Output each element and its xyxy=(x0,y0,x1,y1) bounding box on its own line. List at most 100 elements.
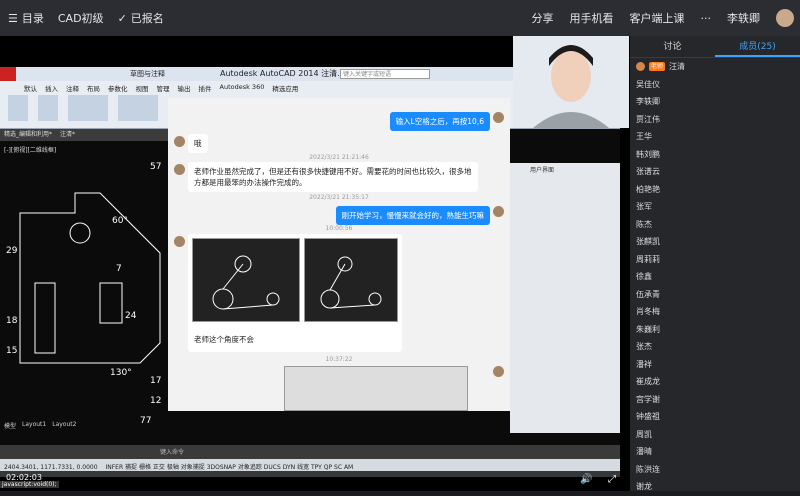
ribbon-tab[interactable]: 布局 xyxy=(87,83,100,93)
list-item[interactable]: 周莉莉 xyxy=(630,251,800,269)
undo-tool-icon[interactable] xyxy=(8,95,28,121)
member-name: 张杰 xyxy=(636,342,652,351)
list-item[interactable]: 柏艳艳 xyxy=(630,181,800,199)
list-item[interactable]: 张麒凯 xyxy=(630,233,800,251)
fullscreen-icon[interactable]: ⤢ xyxy=(608,474,616,485)
tab-discuss[interactable]: 讨论 xyxy=(630,36,715,57)
volume-icon[interactable]: 🔊 xyxy=(580,474,592,485)
cad-search-input[interactable]: 键入关键字或短语 xyxy=(340,69,430,79)
mobile-view-button[interactable]: 用手机看 xyxy=(570,10,614,26)
list-item[interactable]: 谢龙 xyxy=(630,478,800,496)
avatar[interactable] xyxy=(776,9,794,27)
status-item[interactable]: TPY xyxy=(311,464,322,471)
more-button[interactable]: ··· xyxy=(701,12,712,25)
list-item[interactable]: 徐鑫 xyxy=(630,268,800,286)
list-item[interactable]: 李轶卿 xyxy=(630,93,800,111)
status-text: javascript:void(0); xyxy=(0,481,59,488)
list-item[interactable]: 周凯 xyxy=(630,426,800,444)
list-item[interactable]: 潘祥 xyxy=(630,356,800,374)
ribbon-tab[interactable]: 插件 xyxy=(199,83,212,93)
tab-members[interactable]: 成员(25) xyxy=(715,36,800,57)
ribbon-tab[interactable]: Autodesk 360 xyxy=(220,83,265,93)
list-item[interactable]: 崔成龙 xyxy=(630,373,800,391)
dim-label: 17 xyxy=(150,376,161,386)
status-item[interactable]: QP xyxy=(324,464,332,471)
doc-tab[interactable]: 精选_编辑和利用* xyxy=(4,129,52,141)
status-item[interactable]: 正交 xyxy=(153,464,165,471)
layout-tab[interactable]: Layout1 xyxy=(22,421,46,430)
layout-tab[interactable]: 模型 xyxy=(4,421,16,430)
video-area[interactable]: Autodesk AutoCAD 2014 注清.dwg 草图与注释 键入关键字… xyxy=(0,36,630,491)
member-name: 王华 xyxy=(636,132,652,141)
command-line[interactable]: 键入命令 xyxy=(0,445,620,459)
webcam-person-image xyxy=(513,36,629,128)
chat-message: 老师作业虽然完成了，但是还有很多快捷键用不好。需要花的时间也比较久，很多地方都是… xyxy=(188,162,478,192)
status-item[interactable]: SC xyxy=(334,464,342,471)
status-item[interactable]: DUCS xyxy=(264,464,281,471)
status-item[interactable]: 极轴 xyxy=(167,464,179,471)
ribbon-tab[interactable]: 输出 xyxy=(178,83,191,93)
avatar xyxy=(174,164,185,175)
list-item[interactable]: 宫学谢 xyxy=(630,391,800,409)
list-item[interactable]: 伍承青 xyxy=(630,286,800,304)
redo-tool-icon[interactable] xyxy=(38,95,58,121)
layout-tab[interactable]: Layout2 xyxy=(52,421,76,430)
workspace-label: 草图与注释 xyxy=(130,70,165,78)
ribbon-tab[interactable]: 插入 xyxy=(45,83,58,93)
ribbon-tab[interactable]: 注释 xyxy=(66,83,79,93)
menu-icon: ☰ xyxy=(8,11,18,25)
list-item[interactable]: 钟盛祖 xyxy=(630,408,800,426)
list-item[interactable]: 王华 xyxy=(630,128,800,146)
chat-message: 老师这个角度不会 xyxy=(194,335,254,344)
ribbon-tab[interactable]: 默认 xyxy=(24,83,37,93)
status-item[interactable]: 栅格 xyxy=(139,464,151,471)
list-item[interactable]: 老师 汪清 xyxy=(630,58,800,76)
share-button[interactable]: 分享 xyxy=(532,10,554,26)
screenshot-image[interactable] xyxy=(304,238,398,322)
list-item[interactable]: 张杰 xyxy=(630,338,800,356)
member-name: 潘晴 xyxy=(636,447,652,456)
list-item[interactable]: 肖冬梅 xyxy=(630,303,800,321)
status-item[interactable]: 3DOSNAP xyxy=(207,464,236,471)
status-item[interactable]: INFER xyxy=(105,464,123,471)
ribbon-tab[interactable]: 精选应用 xyxy=(272,83,298,93)
status-item[interactable]: DYN xyxy=(283,464,295,471)
avatar xyxy=(493,112,504,123)
username[interactable]: 李轶卿 xyxy=(727,10,760,26)
ribbon-tab[interactable]: 视图 xyxy=(136,83,149,93)
list-item[interactable]: 张军 xyxy=(630,198,800,216)
dim-label: 7 xyxy=(116,264,122,274)
ribbon-tab[interactable]: 参数化 xyxy=(108,83,128,93)
member-name: 陈杰 xyxy=(636,219,652,229)
teacher-webcam[interactable] xyxy=(513,36,629,128)
status-item[interactable]: 捕捉 xyxy=(125,464,137,471)
screenshot-image[interactable] xyxy=(284,366,468,411)
list-item[interactable]: 吴佳仪 xyxy=(630,76,800,94)
doc-tab[interactable]: 注清* xyxy=(60,129,75,141)
dim-label: 24 xyxy=(125,311,137,321)
ribbon-tabs: 默认 插入 注释 布局 参数化 视图 管理 输出 插件 Autodesk 360… xyxy=(24,83,298,93)
status-item[interactable]: AM xyxy=(344,464,353,471)
screenshot-image[interactable] xyxy=(192,238,300,322)
pan-tool-icon[interactable] xyxy=(68,95,108,121)
ribbon-tab[interactable]: 管理 xyxy=(157,83,170,93)
list-item[interactable]: 潘晴 xyxy=(630,443,800,461)
list-item[interactable]: 张谱云 xyxy=(630,163,800,181)
layout-tabs: 模型 Layout1 Layout2 xyxy=(4,421,76,430)
list-item[interactable]: 韩刘鹏 xyxy=(630,146,800,164)
view-tool-icon[interactable] xyxy=(118,95,158,121)
status-item[interactable]: 对象追踪 xyxy=(238,464,262,471)
list-item[interactable]: 陈洪连 xyxy=(630,461,800,479)
enrolled-label: 已报名 xyxy=(130,12,164,25)
client-button[interactable]: 客户端上课 xyxy=(630,10,685,26)
list-item[interactable]: 贾江伟 xyxy=(630,111,800,129)
member-name: 汪清 xyxy=(669,62,686,71)
status-item[interactable]: 对象捕捉 xyxy=(181,464,205,471)
list-item[interactable]: 朱巍利 xyxy=(630,321,800,339)
right-panel-label: 用户界面 xyxy=(530,167,555,174)
list-item[interactable]: 陈杰 xyxy=(630,216,800,234)
catalog-button[interactable]: ☰ 目录 xyxy=(8,10,44,26)
chat-message: 刚开始学习，慢慢来就会好的，熟能生巧嘛 xyxy=(335,206,490,225)
status-item[interactable]: 线宽 xyxy=(297,464,309,471)
chat-timestamp: 10:37:22 xyxy=(325,356,353,363)
